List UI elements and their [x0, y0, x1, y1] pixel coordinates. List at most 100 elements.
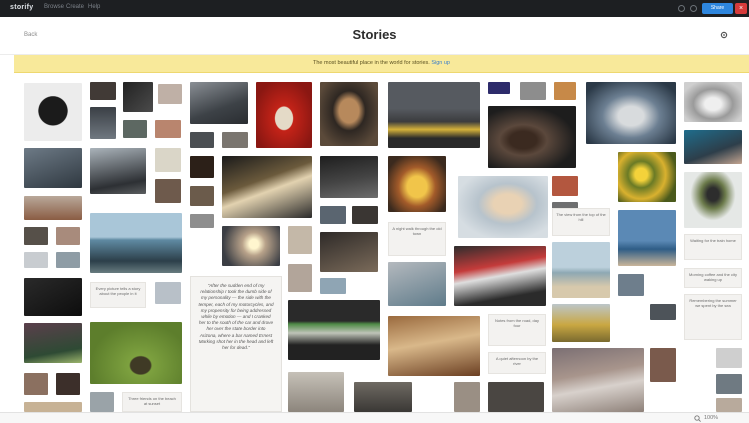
story-tile-couple[interactable] [458, 176, 548, 238]
story-tile-mountain[interactable] [552, 348, 644, 412]
story-card[interactable]: A night walk through the old town [388, 222, 446, 256]
brand-logo[interactable]: storify [10, 4, 34, 11]
story-tile-restaurant[interactable] [388, 316, 480, 376]
story-tile-thumb[interactable] [352, 206, 378, 224]
zoom-level[interactable]: 100% [704, 415, 718, 421]
story-tile-thumb[interactable] [716, 348, 742, 368]
story-tile-thumb[interactable] [155, 282, 181, 304]
story-tile-thumb[interactable] [288, 226, 312, 254]
share-button[interactable]: Share [702, 3, 733, 14]
story-tile-thumb[interactable] [716, 398, 742, 412]
story-card[interactable]: Every picture tells a story about the pe… [90, 282, 146, 308]
story-tile-car[interactable] [90, 148, 146, 194]
story-tile-thumb[interactable] [56, 227, 80, 245]
status-bar: 100% [0, 412, 749, 423]
story-tile-train[interactable] [454, 246, 546, 306]
story-tile-thumb[interactable] [24, 227, 48, 245]
story-tile-thumb[interactable] [123, 120, 147, 138]
story-tile-grass[interactable] [90, 322, 182, 384]
story-tile-thumb[interactable] [190, 132, 214, 148]
story-tile-portrait[interactable] [488, 106, 576, 168]
story-tile-portrait[interactable] [684, 130, 742, 164]
gear-icon[interactable] [720, 31, 728, 39]
story-card[interactable]: Three friends on the beach at sunset [122, 392, 182, 412]
story-tile-ketchup[interactable] [256, 82, 312, 148]
search-icon[interactable] [678, 5, 685, 12]
story-card[interactable]: Morning coffee and the city waking up [684, 268, 742, 288]
story-tile-neon[interactable] [222, 156, 312, 218]
close-button[interactable]: × [735, 3, 747, 14]
story-tile-thumb[interactable] [24, 252, 48, 268]
banner-text: The most beautiful place in the world fo… [14, 60, 749, 66]
story-tile-machine[interactable] [190, 82, 248, 124]
story-tile-horse[interactable] [684, 82, 742, 122]
story-tile-thumb[interactable] [190, 186, 214, 206]
story-tile-thumb[interactable] [24, 373, 48, 395]
story-card[interactable]: The view from the top of the hill [552, 208, 610, 236]
story-tile-portrait[interactable] [24, 148, 82, 188]
story-tile-thumb[interactable] [320, 232, 378, 272]
story-tile-thumb[interactable] [388, 156, 446, 212]
story-tile-thumb[interactable] [190, 214, 214, 228]
story-tile-field[interactable] [552, 304, 610, 342]
story-card[interactable]: Waiting for the train home [684, 234, 742, 260]
story-tile-thumb[interactable] [288, 264, 312, 292]
story-tile-hospital[interactable] [388, 262, 446, 306]
story-tile-taxi[interactable] [388, 82, 480, 148]
story-tile-thumb[interactable] [454, 382, 480, 412]
story-tile-splash[interactable] [24, 83, 82, 141]
story-tile-thumb[interactable] [90, 82, 116, 100]
nav-help[interactable]: Help [88, 4, 100, 10]
story-tile-thumb[interactable] [155, 120, 181, 138]
story-tile-thumb[interactable] [488, 82, 510, 94]
story-tile-thumb[interactable] [123, 82, 153, 112]
story-tile-thumb[interactable] [716, 374, 742, 394]
story-tile-flowers[interactable] [618, 152, 676, 202]
signup-link[interactable]: Sign up [431, 60, 450, 66]
story-tile-ocean[interactable] [618, 210, 676, 266]
story-tile-tablet[interactable] [90, 107, 116, 139]
banner-message: The most beautiful place in the world fo… [313, 60, 430, 66]
page-header: Back Stories [0, 17, 749, 55]
story-tile-thumb[interactable] [155, 179, 181, 203]
story-tile-thumb[interactable] [554, 82, 576, 100]
notification-icon[interactable] [690, 5, 697, 12]
story-tile-lake[interactable] [90, 213, 182, 273]
nav-create[interactable]: Create [66, 4, 84, 10]
story-tile-thumb[interactable] [618, 274, 644, 296]
story-tile-thumb[interactable] [552, 176, 578, 196]
story-card[interactable]: Remembering the summer we spent by the s… [684, 294, 742, 340]
story-tile-thumb[interactable] [650, 348, 676, 382]
story-tile-dark[interactable] [24, 278, 82, 316]
story-tile-thumb[interactable] [520, 82, 546, 100]
story-tile-sunrise[interactable] [222, 226, 280, 266]
story-card[interactable]: Notes from the road, day four [488, 314, 546, 346]
story-tile-scene[interactable] [24, 323, 82, 363]
story-tile-thumb[interactable] [320, 206, 346, 224]
story-tile-thumb[interactable] [155, 148, 181, 172]
story-tile-fog[interactable] [288, 372, 344, 412]
story-tile-road[interactable] [288, 300, 380, 360]
story-tile-thumb[interactable] [56, 373, 80, 395]
story-tile-tree[interactable] [684, 172, 742, 228]
story-tile-thumb[interactable] [488, 382, 544, 412]
story-tile-thumb[interactable] [650, 304, 676, 320]
story-quote[interactable]: "After the sudden end of my relationship… [190, 276, 282, 412]
story-tile-landscape[interactable] [24, 196, 82, 220]
story-tile-thumb[interactable] [90, 392, 114, 412]
story-tile-thumb[interactable] [24, 402, 82, 412]
nav-browse[interactable]: Browse [44, 4, 64, 10]
story-tile-thumb[interactable] [320, 278, 346, 294]
story-tile-face[interactable] [320, 82, 378, 146]
zoom-icon[interactable] [694, 415, 701, 422]
story-tile-xray[interactable] [586, 82, 676, 144]
story-tile-dock[interactable] [354, 382, 412, 412]
story-tile-thumb[interactable] [158, 84, 182, 104]
story-tile-thumb[interactable] [190, 156, 214, 178]
story-tile-car[interactable] [320, 156, 378, 198]
story-tile-thumb[interactable] [222, 132, 248, 148]
story-card[interactable]: A quiet afternoon by the river [488, 352, 546, 374]
story-tile-thumb[interactable] [56, 252, 80, 268]
page-title: Stories [352, 27, 397, 42]
story-tile-beach[interactable] [552, 242, 610, 298]
